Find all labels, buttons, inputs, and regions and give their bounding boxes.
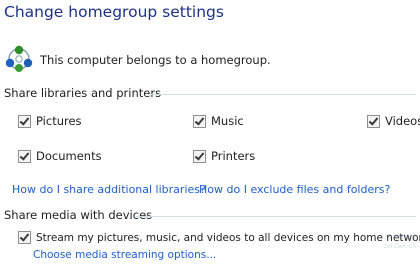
share-libraries-heading: Share libraries and printers (4, 86, 162, 100)
checkbox-music[interactable]: Music (193, 114, 244, 128)
checkbox-box[interactable] (18, 149, 31, 163)
watermark: 中关村在线 zol.com.cn (372, 233, 416, 259)
checkbox-box[interactable] (18, 231, 31, 244)
checkbox-label: Pictures (36, 114, 82, 128)
checkbox-box[interactable] (367, 114, 380, 128)
checkbox-label: Documents (36, 149, 102, 163)
checkbox-label: Videos (385, 114, 420, 128)
checkbox-label: Stream my pictures, music, and videos to… (36, 231, 420, 244)
checkbox-box[interactable] (193, 149, 206, 163)
section-divider (150, 94, 416, 95)
watermark-line2: zol.com.cn (383, 243, 416, 250)
homegroup-icon (4, 44, 34, 74)
checkbox-box[interactable] (193, 114, 206, 128)
page-title: Change homegroup settings (4, 3, 224, 21)
checkbox-stream-media[interactable]: Stream my pictures, music, and videos to… (18, 231, 420, 244)
checkbox-documents[interactable]: Documents (18, 149, 102, 163)
share-additional-libraries-link[interactable]: How do I share additional libraries? (12, 183, 206, 196)
watermark-line1: 中关村在线 (385, 234, 416, 241)
exclude-files-link[interactable]: How do I exclude files and folders? (199, 183, 390, 196)
media-streaming-options-link[interactable]: Choose media streaming options... (33, 249, 216, 261)
checkbox-label: Music (211, 114, 244, 128)
checkbox-videos[interactable]: Videos (367, 114, 420, 128)
checkbox-box[interactable] (18, 114, 31, 128)
checkbox-pictures[interactable]: Pictures (18, 114, 82, 128)
checkbox-printers[interactable]: Printers (193, 149, 255, 163)
share-media-heading: Share media with devices (4, 208, 153, 222)
checkbox-label: Printers (211, 149, 256, 163)
homegroup-status-text: This computer belongs to a homegroup. (40, 53, 271, 67)
section-divider (136, 216, 416, 217)
